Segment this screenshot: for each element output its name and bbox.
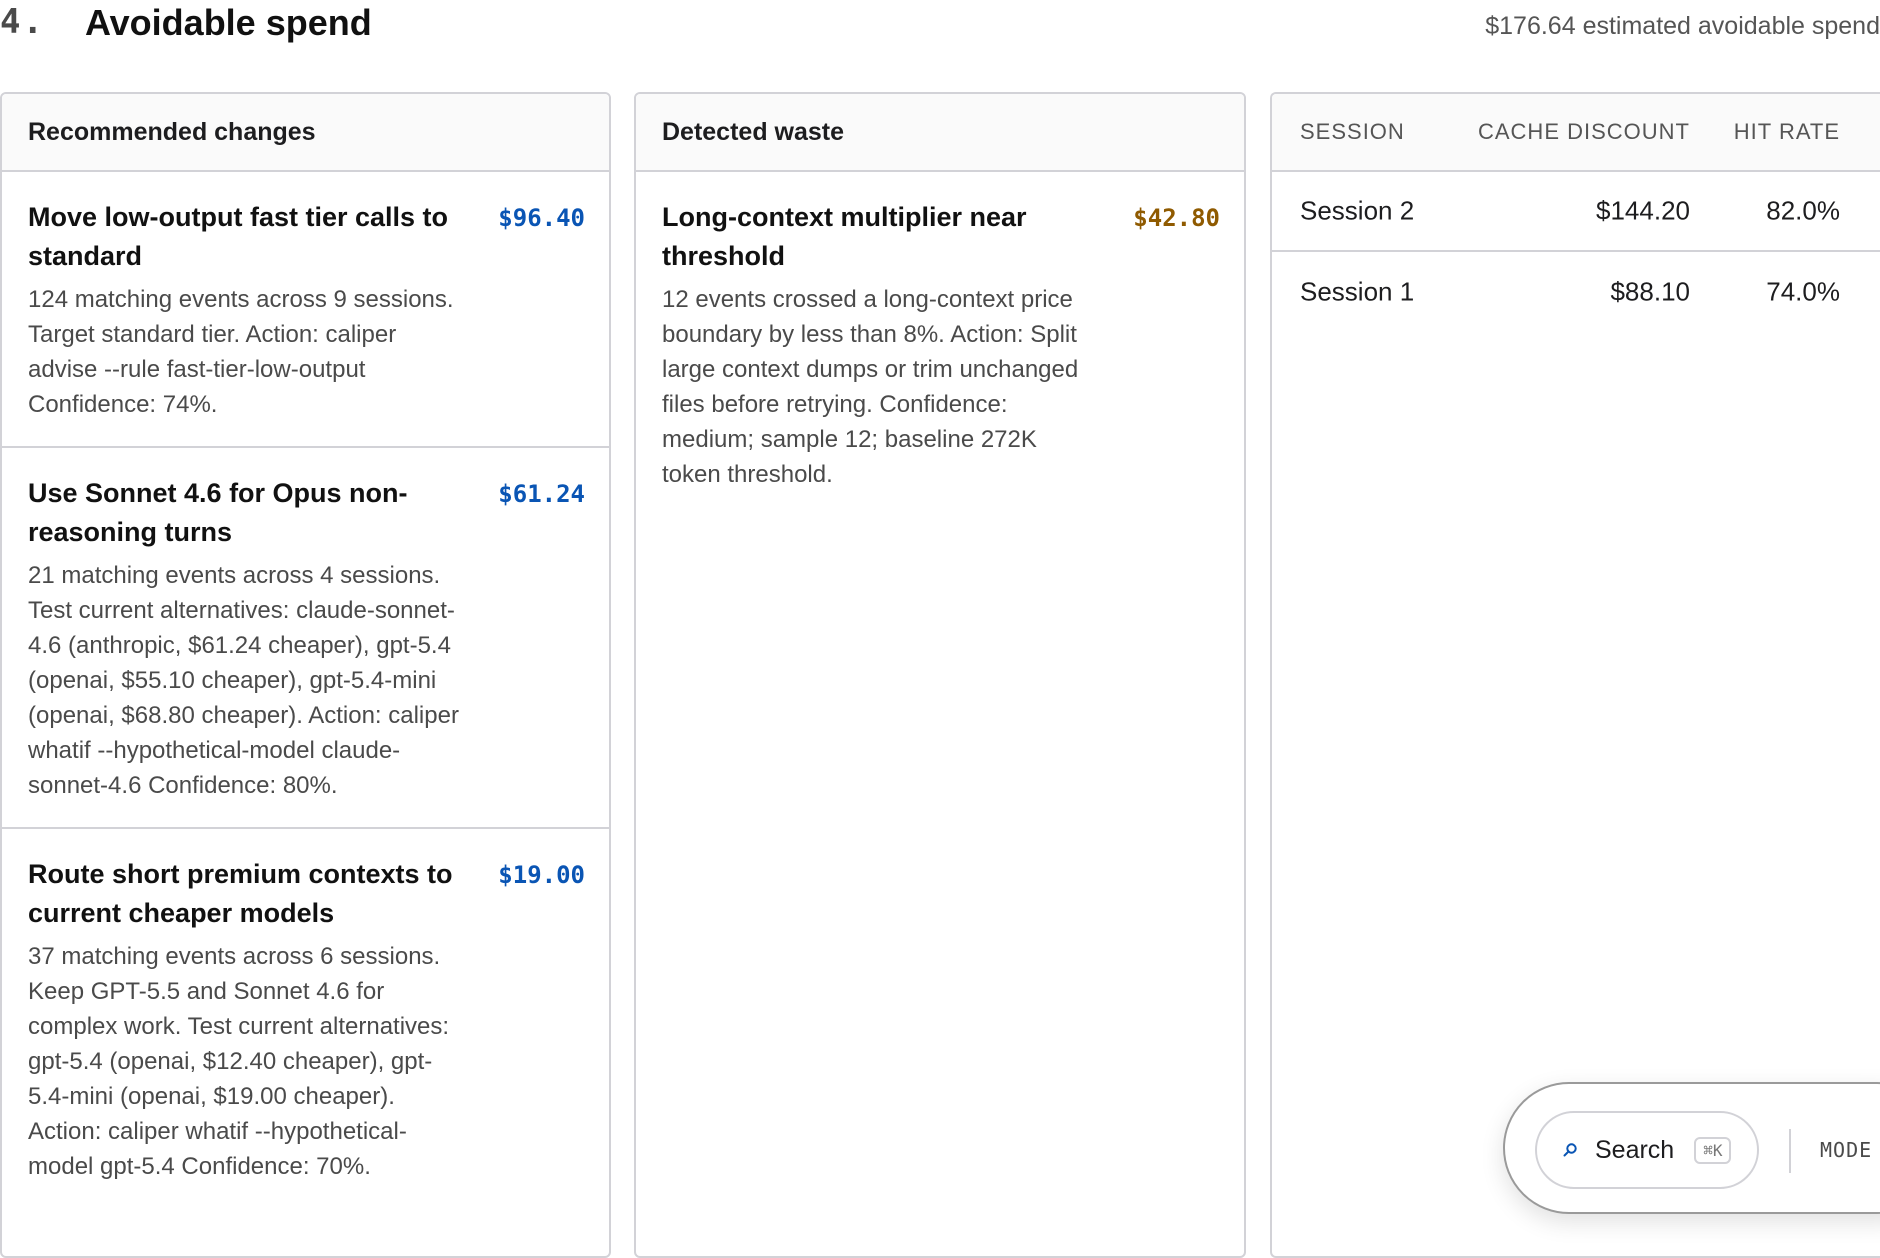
hit-rate-value: 82.0% [1766,195,1840,226]
column-header-session[interactable]: SESSION [1300,119,1405,145]
floating-toolbar: Search ⌘K MODE [1503,1082,1880,1214]
section-title: Avoidable spend [85,2,372,43]
recommendation-description: 124 matching events across 9 sessions. T… [28,286,454,418]
detected-waste-panel: Detected waste Long-context multiplier n… [634,92,1246,1258]
section-number: 4. [0,2,45,42]
recommendation-title: Use Sonnet 4.6 for Opus non-reasoning tu… [28,478,408,547]
waste-amount: $42.80 [1133,204,1220,232]
column-header-hit-rate[interactable]: HIT RATE [1734,119,1840,145]
waste-item: Long-context multiplier near threshold $… [636,172,1244,516]
search-button[interactable]: Search ⌘K [1535,1111,1759,1189]
recommendation-savings: $61.24 [498,480,585,508]
mode-toggle[interactable]: MODE [1820,1138,1872,1162]
panel-title: Detected waste [636,94,1244,172]
keyboard-shortcut-hint: ⌘K [1694,1136,1732,1164]
avoidable-spend-section: 4. Avoidable spend $176.64 estimated avo… [0,0,1880,1258]
session-name: Session 2 [1300,195,1415,226]
recommendation-savings: $96.40 [498,204,585,232]
table-header: SESSION CACHE DISCOUNT HIT RATE [1272,94,1880,172]
column-header-cache-discount[interactable]: CACHE DISCOUNT [1478,119,1690,145]
cache-discount-value: $88.10 [1610,276,1690,307]
panel-title: Recommended changes [2,94,609,172]
recommended-changes-panel: Recommended changes Move low-output fast… [0,92,611,1258]
recommendation-item: Route short premium contexts to current … [2,829,609,1208]
avoidable-spend-summary: $176.64 estimated avoidable spend [1485,12,1880,40]
table-row[interactable]: Session 2 $144.20 82.0% [1272,172,1880,252]
toolbar-divider [1789,1129,1791,1173]
recommendation-item: Move low-output fast tier calls to stand… [2,172,609,448]
recommendation-item: Use Sonnet 4.6 for Opus non-reasoning tu… [2,448,609,829]
search-icon [1559,1139,1581,1161]
recommendation-savings: $19.00 [498,861,585,889]
table-row[interactable]: Session 1 $88.10 74.0% [1272,252,1880,332]
session-name: Session 1 [1300,276,1415,307]
search-label: Search [1595,1135,1675,1164]
section-header: 4. Avoidable spend $176.64 estimated avo… [0,0,1880,60]
hit-rate-value: 74.0% [1766,276,1840,307]
recommendation-description: 37 matching events across 6 sessions. Ke… [28,943,450,1180]
waste-description: 12 events crossed a long-context price b… [662,286,1079,488]
waste-title: Long-context multiplier near threshold [662,202,1027,271]
recommendation-title: Move low-output fast tier calls to stand… [28,202,449,271]
recommendation-description: 21 matching events across 4 sessions. Te… [28,562,459,799]
recommendation-title: Route short premium contexts to current … [28,859,453,928]
cache-discount-value: $144.20 [1596,195,1690,226]
